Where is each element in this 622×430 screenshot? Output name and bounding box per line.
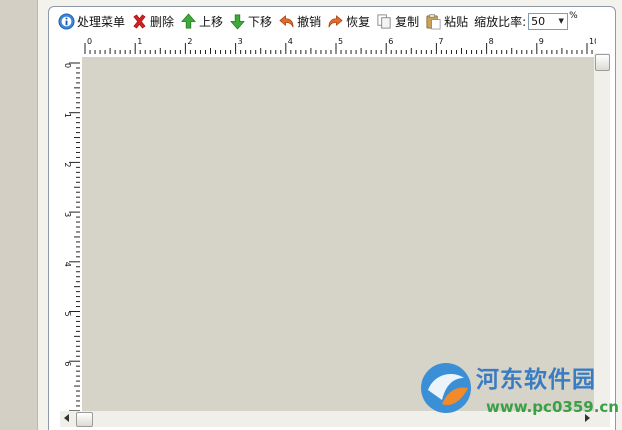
ruler-v-label: 4: [63, 262, 72, 267]
arrow-up-icon: [181, 12, 196, 28]
watermark-site: www.pc0359.cn: [486, 398, 619, 416]
copy-label: 复制: [395, 14, 420, 29]
vertical-ruler: 01234567: [60, 57, 80, 415]
zoom-ratio-label: 缩放比率:: [474, 14, 527, 29]
paste-icon: [426, 13, 441, 29]
zoom-ratio-value: 50: [531, 14, 546, 28]
arrow-down-icon: [230, 14, 245, 30]
delete-label: 删除: [150, 14, 175, 29]
ruler-h-label: 9: [539, 37, 544, 46]
ruler-v-label: 6: [63, 361, 72, 366]
left-side-strip: [0, 0, 37, 430]
delete-x-icon: [133, 14, 146, 28]
undo-label: 撤销: [297, 14, 322, 29]
process-menu-label: 处理菜单: [77, 14, 126, 29]
delete-button[interactable]: 删除: [131, 10, 174, 32]
zoom-unit-label: %: [569, 11, 578, 21]
ruler-v-label: 2: [63, 162, 72, 167]
chevron-down-icon[interactable]: ▼: [555, 14, 567, 29]
ruler-h-label: 2: [187, 37, 192, 46]
move-up-label: 上移: [199, 14, 224, 29]
ruler-v-label: 1: [63, 113, 72, 118]
redo-icon: [328, 14, 343, 27]
watermark-logo-icon: [421, 363, 471, 413]
ruler-v-label: 3: [63, 212, 72, 217]
move-up-button[interactable]: 上移: [180, 10, 223, 32]
scroll-left-arrow-icon[interactable]: [64, 414, 69, 422]
horizontal-ruler: 0 1 2 3 4 5 6 7 8 9 10: [82, 36, 596, 54]
ruler-h-label: 8: [489, 37, 494, 46]
move-down-button[interactable]: 下移: [229, 10, 272, 32]
info-icon: [58, 12, 75, 30]
redo-button[interactable]: 恢复: [327, 10, 370, 32]
watermark-brand: 河东软件园: [476, 366, 596, 393]
vertical-scroll-thumb[interactable]: [595, 54, 610, 71]
horizontal-scroll-thumb[interactable]: [76, 412, 93, 427]
ruler-h-label: 6: [388, 37, 393, 46]
redo-label: 恢复: [346, 14, 371, 29]
zoom-ratio-select[interactable]: 50 ▼: [528, 12, 569, 30]
move-down-label: 下移: [248, 14, 273, 29]
undo-icon: [279, 14, 294, 27]
copy-button[interactable]: 复制: [376, 10, 419, 32]
ruler-h-label: 3: [238, 37, 243, 46]
undo-button[interactable]: 撤销: [278, 10, 321, 32]
ruler-h-label: 0: [87, 37, 92, 46]
ruler-h-label: 4: [288, 37, 293, 46]
copy-icon: [377, 13, 391, 29]
paste-button[interactable]: 粘贴: [425, 10, 468, 32]
watermark: 河东软件园 www.pc0359.cn: [418, 358, 619, 424]
ruler-v-label: 0: [63, 63, 72, 68]
toolbar: 处理菜单 删除 上移 下移 撤销 恢复 复制 粘贴 缩放比率: 50 ▼ %: [58, 8, 578, 34]
process-menu-button[interactable]: 处理菜单: [58, 10, 125, 32]
ruler-h-label: 5: [338, 37, 343, 46]
ruler-v-label: 5: [63, 312, 72, 317]
paste-label: 粘贴: [444, 14, 469, 29]
ruler-h-label: 1: [137, 37, 142, 46]
ruler-h-label: 10: [589, 37, 596, 46]
ruler-h-label: 7: [438, 37, 443, 46]
